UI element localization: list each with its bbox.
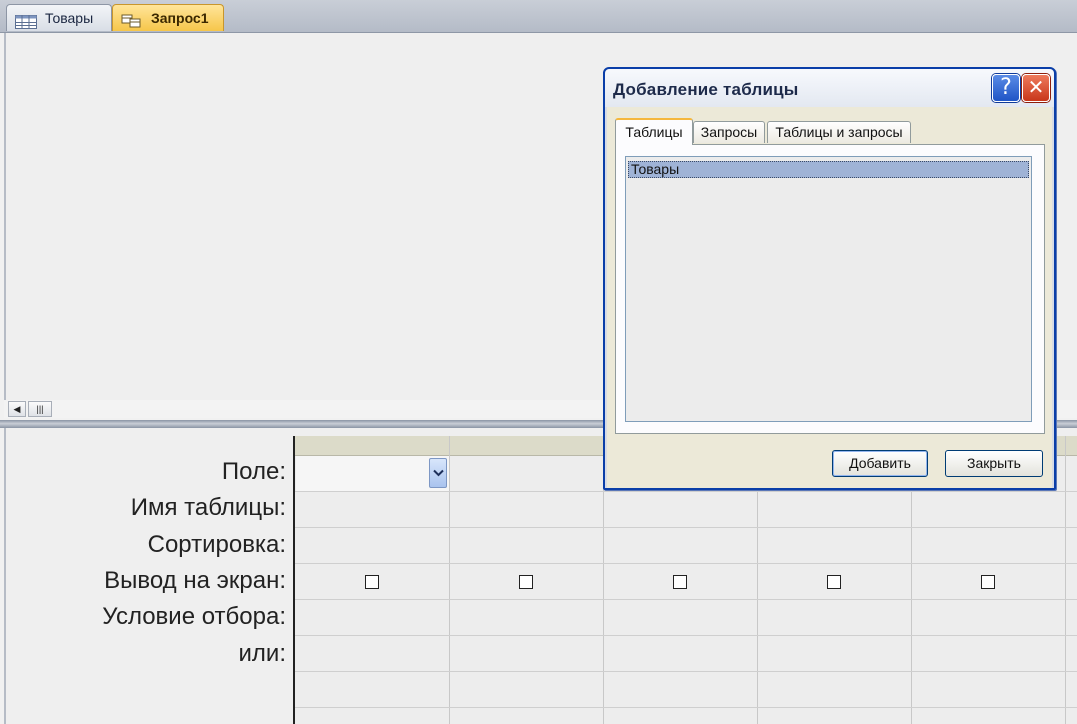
query-icon	[121, 11, 143, 28]
chevron-down-icon	[433, 469, 444, 477]
dialog-body: Таблицы Запросы Таблицы и запросы Товары…	[607, 107, 1052, 488]
add-button[interactable]: Добавить	[832, 450, 928, 477]
tab-tables-and-queries[interactable]: Таблицы и запросы	[767, 121, 911, 143]
tab-panel: Товары	[615, 144, 1045, 434]
row-label-field: Поле:	[221, 458, 286, 485]
row-label-or: или:	[238, 640, 286, 667]
row-label-sort: Сортировка:	[147, 531, 286, 558]
show-checkbox-3[interactable]	[673, 575, 687, 589]
row-label-criteria: Условие отбора:	[102, 603, 286, 630]
show-checkbox-5[interactable]	[981, 575, 995, 589]
document-tab-strip: Товары Запрос1	[0, 0, 1077, 33]
dialog-title: Добавление таблицы	[613, 80, 799, 99]
tab-label: Товары	[45, 10, 94, 26]
row-label-table: Имя таблицы:	[130, 494, 286, 521]
dialog-titlebar[interactable]: Добавление таблицы ? ✕	[605, 69, 1054, 107]
tab-zapros1[interactable]: Запрос1	[112, 4, 224, 31]
list-item[interactable]: Товары	[628, 161, 1029, 178]
table-icon	[15, 11, 37, 29]
tab-tovary[interactable]: Товары	[6, 4, 112, 31]
add-table-dialog: Добавление таблицы ? ✕ Таблицы Запросы Т…	[603, 67, 1056, 490]
close-button[interactable]: Закрыть	[945, 450, 1043, 477]
close-icon[interactable]: ✕	[1022, 74, 1050, 102]
show-checkbox-1[interactable]	[365, 575, 379, 589]
help-icon[interactable]: ?	[992, 74, 1020, 102]
scroll-thumb[interactable]: |||	[28, 401, 52, 417]
table-list[interactable]: Товары	[625, 156, 1032, 422]
show-checkbox-4[interactable]	[827, 575, 841, 589]
tab-queries[interactable]: Запросы	[693, 121, 765, 143]
field-dropdown-button[interactable]	[429, 458, 447, 488]
tab-tables[interactable]: Таблицы	[615, 118, 693, 145]
field-cell-active[interactable]	[296, 456, 449, 491]
row-label-show: Вывод на экран:	[104, 567, 286, 594]
scroll-left-arrow-icon[interactable]: ◀	[8, 401, 26, 417]
tab-label: Запрос1	[151, 10, 209, 26]
show-checkbox-2[interactable]	[519, 575, 533, 589]
